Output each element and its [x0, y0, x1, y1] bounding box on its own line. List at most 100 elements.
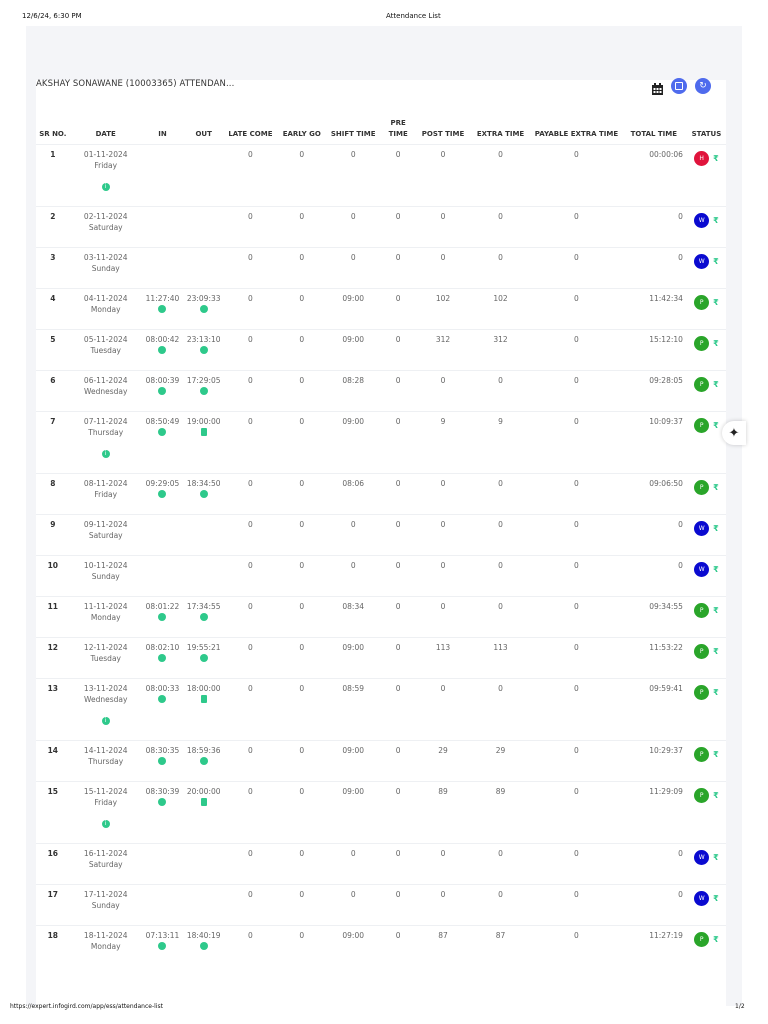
globe-icon[interactable]: [158, 346, 167, 354]
extra-time: 0: [469, 555, 533, 597]
globe-icon[interactable]: [158, 654, 167, 662]
rupee-icon[interactable]: ₹: [713, 934, 719, 945]
status-group: W ₹: [694, 521, 719, 536]
rupee-icon[interactable]: ₹: [713, 852, 719, 863]
table-row[interactable]: 10 10-11-2024 Sunday 0 0 0 0 0 0 0 0 W ₹: [36, 555, 726, 597]
table-row[interactable]: 4 04-11-2024 Monday 11:27:40 23:09:33 0 0 09:00…: [36, 288, 726, 330]
date: 03-11-2024: [83, 253, 128, 262]
globe-icon[interactable]: [199, 346, 208, 354]
document-icon[interactable]: [200, 428, 207, 436]
date-cell: 07-11-2024 Thursday i: [69, 411, 142, 474]
in-time-cell: 08:30:35: [141, 740, 184, 782]
status-badge[interactable]: W: [694, 850, 710, 865]
globe-icon[interactable]: [158, 387, 167, 395]
late-time: 0: [224, 555, 277, 597]
status-badge[interactable]: P: [694, 932, 710, 947]
table-row[interactable]: 8 08-11-2024 Friday 09:29:05 18:34:50 0 0 08:06…: [36, 473, 726, 515]
status-badge[interactable]: W: [694, 891, 710, 906]
table-row[interactable]: 3 03-11-2024 Sunday 0 0 0 0 0 0 0 0 W ₹: [36, 247, 726, 289]
rupee-icon[interactable]: ₹: [713, 297, 719, 308]
table-row[interactable]: 14 14-11-2024 Thursday 08:30:35 18:59:36 0 0 09…: [36, 740, 726, 782]
refresh-button[interactable]: ↻: [695, 78, 711, 94]
weekday: Monday: [90, 305, 121, 314]
globe-icon[interactable]: [158, 757, 167, 765]
rupee-icon[interactable]: ₹: [713, 153, 719, 164]
status-badge[interactable]: P: [694, 377, 710, 392]
status-badge[interactable]: P: [694, 644, 710, 659]
globe-icon[interactable]: [199, 305, 208, 313]
table-row[interactable]: 2 02-11-2024 Saturday 0 0 0 0 0 0 0 0 W ₹: [36, 206, 726, 248]
globe-icon[interactable]: [158, 613, 167, 621]
status-badge[interactable]: W: [694, 254, 710, 269]
rupee-icon[interactable]: ₹: [713, 646, 719, 657]
globe-icon[interactable]: [199, 942, 208, 950]
date: 13-11-2024: [83, 684, 128, 693]
status-badge[interactable]: W: [694, 521, 710, 536]
status-badge[interactable]: P: [694, 685, 710, 700]
info-icon[interactable]: i: [101, 450, 110, 458]
rupee-icon[interactable]: ₹: [713, 379, 719, 390]
status-badge[interactable]: P: [694, 480, 710, 495]
status-badge[interactable]: P: [694, 788, 710, 803]
ai-assistant-button[interactable]: ✦: [722, 421, 746, 445]
status-badge[interactable]: W: [694, 562, 710, 577]
status-badge[interactable]: P: [694, 295, 710, 310]
table-row[interactable]: 5 05-11-2024 Tuesday 08:00:42 23:13:10 0 0 09:0…: [36, 329, 726, 371]
status-badge[interactable]: P: [694, 747, 710, 762]
globe-icon[interactable]: [199, 387, 208, 395]
rupee-icon[interactable]: ₹: [713, 338, 719, 349]
status-badge[interactable]: P: [694, 603, 710, 618]
post-time: 102: [417, 288, 469, 330]
table-row[interactable]: 13 13-11-2024 Wednesday i 08:00:33 18:00:00 0 0…: [36, 678, 726, 741]
column-header: DATE: [95, 130, 116, 138]
rupee-icon[interactable]: ₹: [713, 420, 719, 431]
rupee-icon[interactable]: ₹: [713, 790, 719, 801]
rupee-icon[interactable]: ₹: [713, 749, 719, 760]
info-icon[interactable]: i: [101, 717, 110, 725]
extra-time: 9: [469, 411, 533, 474]
table-row[interactable]: 11 11-11-2024 Monday 08:01:22 17:34:55 0 0 08:3…: [36, 596, 726, 638]
table-row[interactable]: 15 15-11-2024 Friday i 08:30:39 20:00:00 0 0 09:…: [36, 781, 726, 844]
globe-icon[interactable]: [158, 695, 167, 703]
in-time-cell: 08:50:49: [141, 411, 184, 474]
table-row[interactable]: 6 06-11-2024 Wednesday 08:00:39 17:29:05 0 0 08…: [36, 370, 726, 412]
save-button[interactable]: [671, 78, 687, 94]
rupee-icon[interactable]: ₹: [713, 564, 719, 575]
document-icon[interactable]: [200, 798, 207, 806]
rupee-icon[interactable]: ₹: [713, 893, 719, 904]
table-row[interactable]: 18 18-11-2024 Monday 07:13:11 18:40:19 0 0 09:0…: [36, 925, 726, 967]
rupee-icon[interactable]: ₹: [713, 215, 719, 226]
globe-icon[interactable]: [158, 798, 167, 806]
table-row[interactable]: 17 17-11-2024 Sunday 0 0 0 0 0 0 0 0 W ₹: [36, 884, 726, 926]
table-row[interactable]: 12 12-11-2024 Tuesday 08:02:10 19:55:21 0 0 09:…: [36, 637, 726, 679]
status-badge[interactable]: P: [694, 336, 710, 351]
status-cell: P ₹: [686, 370, 726, 412]
globe-icon[interactable]: [158, 305, 167, 313]
table-row[interactable]: 7 07-11-2024 Thursday i 08:50:49 19:00:00 0 0 09…: [36, 411, 726, 474]
payable-time: 0: [532, 678, 621, 741]
status-badge[interactable]: P: [694, 418, 710, 433]
globe-icon[interactable]: [199, 654, 208, 662]
table-row[interactable]: 16 16-11-2024 Saturday 0 0 0 0 0 0 0 0 W ₹: [36, 843, 726, 885]
late-time: 0: [224, 925, 277, 967]
rupee-icon[interactable]: ₹: [713, 523, 719, 534]
document-icon[interactable]: [200, 695, 207, 703]
globe-icon[interactable]: [158, 490, 167, 498]
globe-icon[interactable]: [199, 757, 208, 765]
rupee-icon[interactable]: ₹: [713, 256, 719, 267]
rupee-icon[interactable]: ₹: [713, 482, 719, 493]
globe-icon[interactable]: [158, 942, 167, 950]
rupee-icon[interactable]: ₹: [713, 687, 719, 698]
globe-icon[interactable]: [158, 428, 167, 436]
table-row[interactable]: 1 01-11-2024 Friday i 0 0 0 0 0 0 0 00:00:06 H ₹: [36, 144, 726, 207]
pre-time: 0: [379, 925, 418, 967]
globe-icon[interactable]: [199, 490, 208, 498]
info-icon[interactable]: i: [101, 183, 110, 191]
status-badge[interactable]: W: [694, 213, 710, 228]
status-badge[interactable]: H: [694, 151, 710, 166]
calendar-icon[interactable]: [652, 80, 663, 95]
table-row[interactable]: 9 09-11-2024 Saturday 0 0 0 0 0 0 0 0 W ₹: [36, 514, 726, 556]
info-icon[interactable]: i: [101, 820, 110, 828]
globe-icon[interactable]: [199, 613, 208, 621]
rupee-icon[interactable]: ₹: [713, 605, 719, 616]
